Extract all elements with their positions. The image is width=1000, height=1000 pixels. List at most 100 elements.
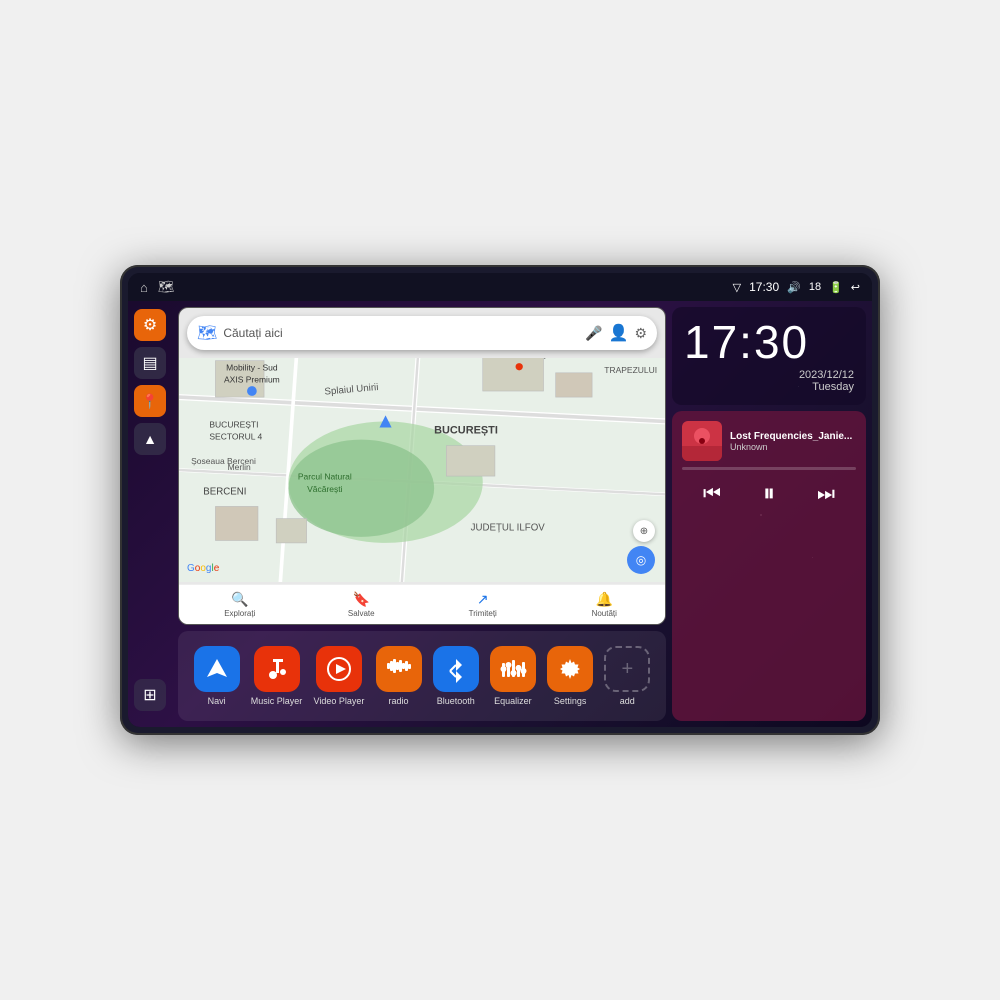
svg-text:TRAPEZULUI: TRAPEZULUI <box>604 365 657 375</box>
music-controls: ⏮ ⏸ ⏭ <box>682 476 856 512</box>
share-icon: ↗ <box>477 591 489 608</box>
album-art <box>682 421 722 461</box>
explore-label: Explorați <box>224 609 255 618</box>
sidebar-files-btn[interactable]: ▤ <box>134 347 166 379</box>
app-bluetooth[interactable]: Bluetooth <box>433 646 479 706</box>
radio-label: radio <box>389 696 409 706</box>
video-player-icon-bg <box>316 646 362 692</box>
next-button[interactable]: ⏭ <box>813 479 839 510</box>
app-dock: Navi Music Player Video Player <box>178 631 666 721</box>
map-bg: Splaiul Unirii Șoseaua Berceni BUCUREȘTI… <box>179 358 665 582</box>
prev-button[interactable]: ⏮ <box>699 479 725 510</box>
music-title: Lost Frequencies_Janie... <box>730 431 856 442</box>
svg-text:Pizza & Bakery: Pizza & Bakery <box>490 358 548 359</box>
add-label: add <box>620 696 635 706</box>
app-settings[interactable]: Settings <box>547 646 593 706</box>
music-progress-bar[interactable] <box>682 467 856 470</box>
app-add[interactable]: + add <box>604 646 650 706</box>
device-frame: ⌂ 🗺 ▽ 17:30 🔊 18 🔋 ↩ <box>120 265 880 735</box>
bluetooth-icon-bg <box>433 646 479 692</box>
search-placeholder: Căutați aici <box>223 326 579 340</box>
clock-weekday: Tuesday <box>812 381 854 393</box>
center-panel: 🗺 Căutați aici 🎤 👤 ⚙ <box>172 301 672 727</box>
music-info: Lost Frequencies_Janie... Unknown <box>682 421 856 461</box>
map-zoom-fab[interactable]: ⊕ <box>633 520 655 542</box>
app-equalizer[interactable]: Equalizer <box>490 646 536 706</box>
app-music-player[interactable]: Music Player <box>251 646 303 706</box>
map-pin-icon: 📍 <box>141 393 158 410</box>
clock-date-value: 2023/12/12 <box>799 369 854 381</box>
music-player-icon-bg <box>254 646 300 692</box>
grid-icon: ⊞ <box>143 685 156 705</box>
settings-icon: ⚙ <box>143 315 157 335</box>
bluetooth-label: Bluetooth <box>437 696 475 706</box>
battery-icon: 🔋 <box>829 281 843 294</box>
radio-icon-bg <box>376 646 422 692</box>
location-icon: ◎ <box>636 553 646 567</box>
left-sidebar: ⚙ ▤ 📍 ▲ ⊞ <box>128 301 172 727</box>
navi-icon-bg <box>194 646 240 692</box>
app-video-player[interactable]: Video Player <box>313 646 364 706</box>
map-search-bar[interactable]: 🗺 Căutați aici 🎤 👤 ⚙ <box>187 316 657 350</box>
explore-icon: 🔍 <box>231 591 248 608</box>
map-location-fab[interactable]: ◎ <box>627 546 655 574</box>
svg-text:JUDEȚUL ILFOV: JUDEȚUL ILFOV <box>471 523 546 534</box>
pause-button[interactable]: ⏸ <box>759 476 779 512</box>
wifi-icon: ▽ <box>733 281 741 294</box>
maps-nav-icon: 🗺 <box>158 279 175 295</box>
volume-icon: 🔊 <box>787 281 801 294</box>
more-icon[interactable]: ⚙ <box>634 325 647 342</box>
svg-text:Parcul Natural: Parcul Natural <box>298 472 352 482</box>
svg-text:AXIS Premium: AXIS Premium <box>224 375 280 385</box>
updates-icon: 🔔 <box>596 591 613 608</box>
clock-time: 17:30 <box>684 319 854 365</box>
music-text: Lost Frequencies_Janie... Unknown <box>730 431 856 452</box>
main-area: ⚙ ▤ 📍 ▲ ⊞ <box>128 301 872 727</box>
equalizer-icon-bg <box>490 646 536 692</box>
status-time: 17:30 <box>749 280 779 294</box>
map-tab-share[interactable]: ↗ Trimiteți <box>422 591 544 618</box>
app-radio[interactable]: radio <box>376 646 422 706</box>
music-widget: Lost Frequencies_Janie... Unknown ⏮ ⏸ ⏭ <box>672 411 866 721</box>
files-icon: ▤ <box>142 353 157 373</box>
status-right-icons: ▽ 17:30 🔊 18 🔋 ↩ <box>733 280 860 294</box>
updates-label: Noutăți <box>592 609 617 618</box>
music-player-label: Music Player <box>251 696 303 706</box>
clock-widget: 17:30 2023/12/12 Tuesday <box>672 307 866 405</box>
mic-icon[interactable]: 🎤 <box>585 325 602 342</box>
right-panel: 17:30 2023/12/12 Tuesday <box>672 301 872 727</box>
sidebar-maps-btn[interactable]: 📍 <box>134 385 166 417</box>
add-icon-bg: + <box>604 646 650 692</box>
saved-icon: 🔖 <box>353 591 370 608</box>
svg-text:SECTORUL 4: SECTORUL 4 <box>209 432 262 442</box>
svg-text:Mobility - Sud: Mobility - Sud <box>226 362 278 372</box>
settings-label: Settings <box>554 696 587 706</box>
share-label: Trimiteți <box>469 609 497 618</box>
sidebar-settings-btn[interactable]: ⚙ <box>134 309 166 341</box>
svg-text:BUCUREȘTI: BUCUREȘTI <box>434 425 498 437</box>
saved-label: Salvate <box>348 609 375 618</box>
home-icon: ⌂ <box>140 280 148 295</box>
navi-label: Navi <box>208 696 226 706</box>
map-tabs: 🔍 Explorați 🔖 Salvate ↗ Trimiteți 🔔 <box>179 584 665 624</box>
device-screen: ⌂ 🗺 ▽ 17:30 🔊 18 🔋 ↩ <box>128 273 872 727</box>
back-icon[interactable]: ↩ <box>851 281 860 294</box>
account-icon[interactable]: 👤 <box>609 323 629 343</box>
svg-text:Văcărești: Văcărești <box>307 484 343 494</box>
status-bar: ⌂ 🗺 ▽ 17:30 🔊 18 🔋 ↩ <box>128 273 872 301</box>
map-container[interactable]: 🗺 Căutați aici 🎤 👤 ⚙ <box>178 307 666 625</box>
map-tab-updates[interactable]: 🔔 Noutăți <box>544 591 666 618</box>
sidebar-grid-btn[interactable]: ⊞ <box>134 679 166 711</box>
sidebar-nav-btn[interactable]: ▲ <box>134 423 166 455</box>
map-tab-saved[interactable]: 🔖 Salvate <box>301 591 423 618</box>
zoom-icon: ⊕ <box>640 526 648 537</box>
nav-arrow-icon: ▲ <box>143 431 157 447</box>
map-tab-explore[interactable]: 🔍 Explorați <box>179 591 301 618</box>
app-navi[interactable]: Navi <box>194 646 240 706</box>
google-logo: Google <box>187 563 219 574</box>
svg-text:BUCUREȘTI: BUCUREȘTI <box>209 419 258 429</box>
video-player-label: Video Player <box>313 696 364 706</box>
equalizer-label: Equalizer <box>494 696 532 706</box>
svg-text:Merlin: Merlin <box>228 462 251 472</box>
clock-date: 2023/12/12 Tuesday <box>684 369 854 393</box>
